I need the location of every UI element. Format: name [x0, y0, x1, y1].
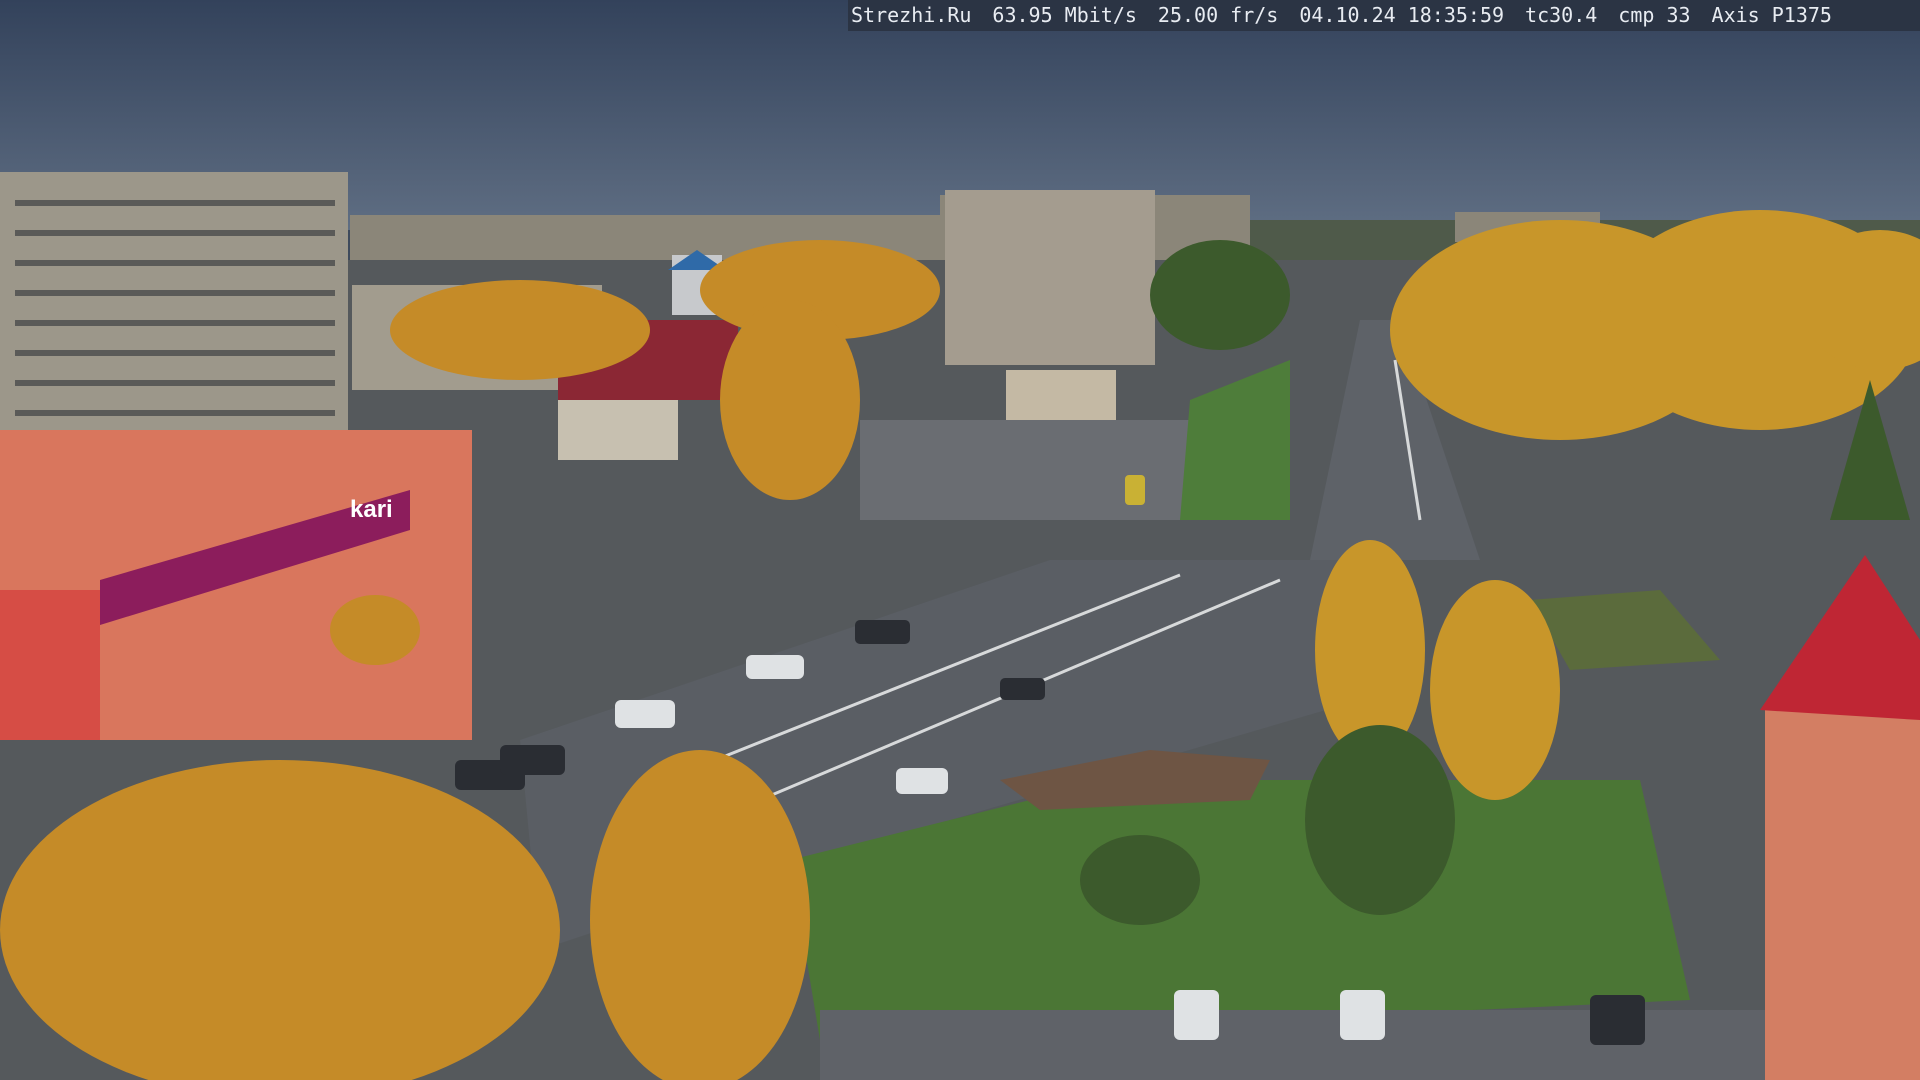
- camera-info-bar: Strezhi.Ru 63.95 Mbit/s 25.00 fr/s 04.10.24…: [848, 0, 1920, 31]
- webcam-scene: [0, 0, 1920, 1080]
- parking-lot: [820, 1010, 1820, 1080]
- red-roof-building-base: [558, 400, 678, 460]
- low-building-square: [1006, 370, 1116, 420]
- red-roof-building-right: [1765, 710, 1920, 1080]
- kari-logo-text: kari: [350, 496, 393, 523]
- framerate-label: 25.00 fr/s: [1157, 3, 1279, 27]
- datetime-label: 04.10.24 18:35:59: [1299, 3, 1505, 27]
- cmp-label: cmp 33: [1618, 3, 1691, 27]
- plaza: [860, 420, 1230, 520]
- camera-model-label: Axis P1375: [1711, 3, 1832, 27]
- central-tall-building: [945, 190, 1155, 365]
- bitrate-label: 63.95 Mbit/s: [992, 3, 1137, 27]
- site-label: Strezhi.Ru: [851, 3, 972, 27]
- tc-label: tc30.4: [1525, 3, 1598, 27]
- shopping-center-red-wing: [0, 590, 100, 740]
